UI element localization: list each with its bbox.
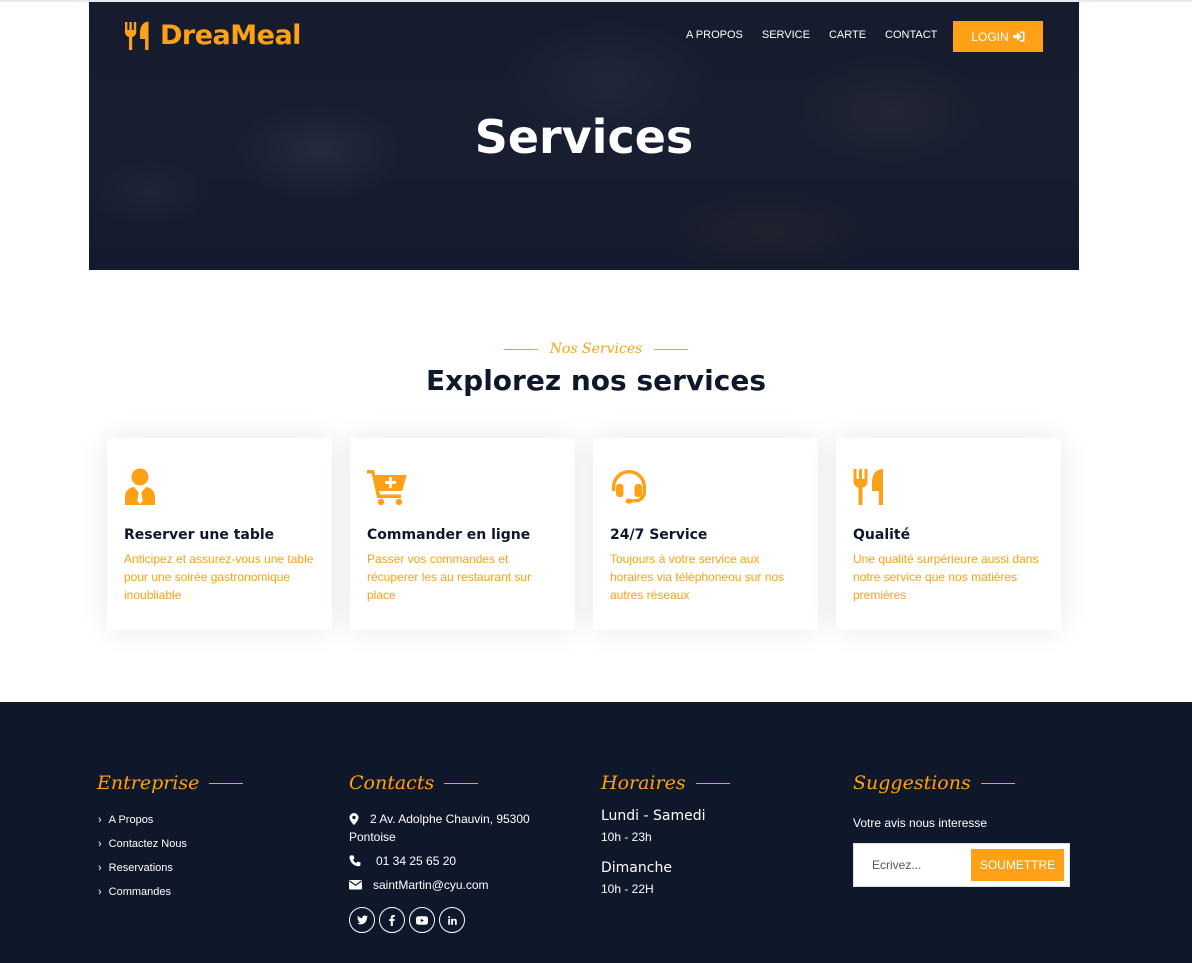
suggestion-input[interactable] xyxy=(862,850,970,880)
utensils-icon xyxy=(125,21,149,50)
card-title: Reserver une table xyxy=(124,527,275,543)
nav-item-carte[interactable]: CARTE xyxy=(829,29,866,41)
youtube-icon xyxy=(416,915,428,925)
headset-icon xyxy=(612,470,646,504)
suggestion-form: SOUMETTRE xyxy=(853,843,1070,887)
footer-suggestions: Suggestions Votre avis nous interesse SO… xyxy=(853,772,1070,887)
heading-underline xyxy=(444,782,479,784)
schedule-hours: 10h - 23h xyxy=(601,830,652,844)
envelope-icon xyxy=(349,880,362,890)
footer-contacts: Contacts 2 Av. Adolphe Chauvin, 95300 Po… xyxy=(349,772,549,933)
suggestion-text: Votre avis nous interesse xyxy=(853,816,988,830)
user-tie-icon xyxy=(125,468,155,505)
linkedin-icon xyxy=(447,915,457,925)
footer-entreprise: Entreprise › A Propos › Contactez Nous ›… xyxy=(97,772,244,904)
contact-email-text: saintMartin@cyu.com xyxy=(373,878,489,892)
heading-underline xyxy=(695,782,730,784)
navbar: DreaMeal A PROPOS SERVICE CARTE CONTACT … xyxy=(89,2,1079,72)
footer-link-label: Commandes xyxy=(108,886,172,898)
schedule-days: Lundi - Samedi xyxy=(601,808,706,824)
footer-link-commandes[interactable]: › Commandes xyxy=(97,880,243,904)
social-links xyxy=(349,907,549,933)
nav-item-contact[interactable]: CONTACT xyxy=(885,29,937,41)
service-card-online-order[interactable]: Commander en ligne Passer vos commandes … xyxy=(350,438,575,630)
section-eyebrow: Nos Services xyxy=(0,341,1192,357)
schedule-hours: 10h - 22H xyxy=(601,882,654,896)
facebook-icon xyxy=(389,914,395,926)
twitter-button[interactable] xyxy=(349,907,375,933)
contact-email[interactable]: saintMartin@cyu.com xyxy=(349,876,549,894)
footer-link-label: A Propos xyxy=(108,814,154,826)
footer-heading: Suggestions xyxy=(853,772,1070,794)
contact-address-text: 2 Av. Adolphe Chauvin, 95300 Pontoise xyxy=(349,812,530,844)
service-card-quality[interactable]: Qualité Une qualité surpérieure aussi da… xyxy=(836,438,1061,630)
login-label: LOGIN xyxy=(971,29,1009,44)
footer-heading-text: Horaires xyxy=(601,772,686,794)
sign-in-icon xyxy=(1012,31,1025,42)
section-title: Explorez nos services xyxy=(425,364,767,397)
card-title: 24/7 Service xyxy=(610,527,708,543)
footer-heading-text: Contacts xyxy=(349,772,435,794)
footer-link-contactez-nous[interactable]: › Contactez Nous xyxy=(97,832,243,856)
nav-menu: A PROPOS SERVICE CARTE CONTACT xyxy=(686,29,956,41)
chevron-right-icon: › xyxy=(98,838,102,850)
card-description: Toujours à votre service aux horaires vi… xyxy=(610,552,785,602)
phone-icon xyxy=(349,855,361,867)
brand-logo[interactable]: DreaMeal xyxy=(124,20,301,51)
service-card-247[interactable]: 24/7 Service Toujours à votre service au… xyxy=(593,438,818,630)
youtube-button[interactable] xyxy=(409,907,435,933)
nav-item-a-propos[interactable]: A PROPOS xyxy=(686,29,743,41)
footer-link-label: Contactez Nous xyxy=(108,838,187,850)
footer-heading-text: Suggestions xyxy=(853,772,971,794)
brand-name: DreaMeal xyxy=(160,20,301,51)
eyebrow-text: Nos Services xyxy=(549,341,643,357)
footer-heading: Entreprise xyxy=(97,772,244,794)
chevron-right-icon: › xyxy=(98,862,102,874)
footer-link-label: Reservations xyxy=(108,862,173,874)
cart-plus-icon xyxy=(367,470,407,506)
footer-horaires: Horaires Lundi - Samedi 10h - 23h Dimanc… xyxy=(601,772,730,896)
footer-heading: Horaires xyxy=(601,772,730,794)
login-button[interactable]: LOGIN xyxy=(953,21,1043,52)
utensils-icon xyxy=(853,469,883,505)
heading-underline xyxy=(209,782,244,784)
heading-underline xyxy=(980,782,1015,784)
twitter-icon xyxy=(356,915,368,925)
linkedin-button[interactable] xyxy=(439,907,465,933)
footer-heading: Contacts xyxy=(349,772,549,794)
page-title: Services xyxy=(474,110,694,164)
contact-phone[interactable]: 01 34 25 65 20 xyxy=(349,852,549,870)
contact-phone-text: 01 34 25 65 20 xyxy=(376,854,457,868)
chevron-right-icon: › xyxy=(98,814,102,826)
footer-link-a-propos[interactable]: › A Propos xyxy=(97,808,243,832)
footer: Entreprise › A Propos › Contactez Nous ›… xyxy=(0,702,1192,963)
eyebrow-line-left xyxy=(503,348,538,350)
contact-address: 2 Av. Adolphe Chauvin, 95300 Pontoise xyxy=(349,810,549,846)
footer-heading-text: Entreprise xyxy=(97,772,200,794)
service-card-reservation[interactable]: Reserver une table Anticipez et assurez-… xyxy=(107,438,332,630)
nav-item-service[interactable]: SERVICE xyxy=(762,29,810,41)
eyebrow-line-right xyxy=(654,348,689,350)
footer-link-reservations[interactable]: › Reservations xyxy=(97,856,243,880)
card-description: Anticipez et assurez-vous une table pour… xyxy=(124,552,314,602)
card-description: Une qualité surpérieure aussi dans notre… xyxy=(853,552,1039,602)
facebook-button[interactable] xyxy=(379,907,405,933)
hero-banner: DreaMeal A PROPOS SERVICE CARTE CONTACT … xyxy=(89,2,1079,270)
card-title: Qualité xyxy=(853,527,911,543)
submit-button[interactable]: SOUMETTRE xyxy=(971,849,1064,881)
card-title: Commander en ligne xyxy=(367,527,531,543)
schedule-days: Dimanche xyxy=(601,860,672,876)
card-description: Passer vos commandes et récuperer les au… xyxy=(367,552,532,602)
chevron-right-icon: › xyxy=(98,886,102,898)
